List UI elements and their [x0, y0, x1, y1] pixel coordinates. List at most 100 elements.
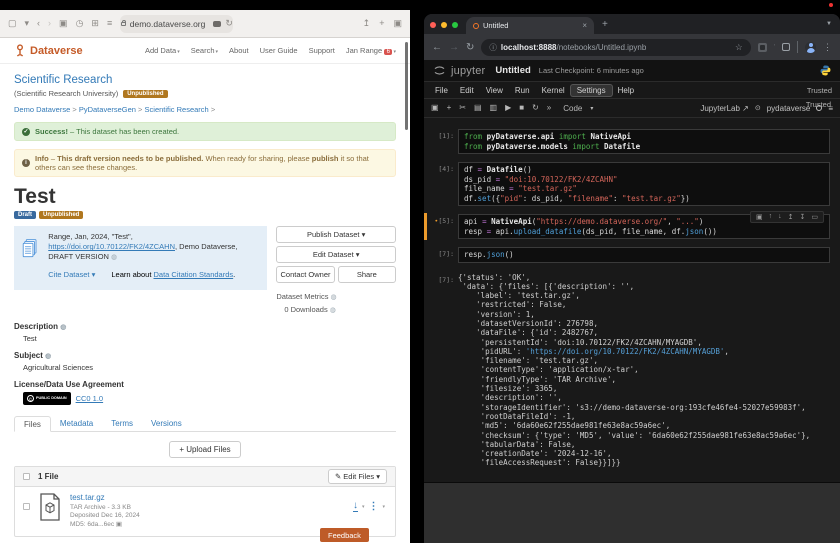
feedback-button[interactable]: Feedback: [320, 528, 369, 542]
back-icon[interactable]: ‹: [37, 19, 40, 28]
edit-files-button[interactable]: ✎ Edit Files ▾: [328, 469, 387, 484]
nav-item-user-guide[interactable]: User Guide: [260, 46, 298, 55]
paste-cell-icon[interactable]: ▥: [490, 104, 498, 112]
publish-dataset-button[interactable]: Publish Dataset ▾: [276, 226, 396, 243]
breadcrumb-link[interactable]: Demo Dataverse: [14, 105, 70, 114]
sidebar-icon[interactable]: ▢: [8, 19, 17, 28]
back-icon[interactable]: ←: [432, 42, 442, 53]
browser-menu-icon[interactable]: ⋮: [823, 42, 832, 53]
tab-terms[interactable]: Terms: [102, 416, 142, 431]
menu-file[interactable]: File: [429, 85, 454, 96]
browser-tab[interactable]: Untitled ×: [466, 17, 594, 34]
reload-icon[interactable]: ↻: [466, 42, 474, 53]
window-controls[interactable]: [430, 22, 458, 28]
menu-run[interactable]: Run: [509, 85, 536, 96]
edit-dataset-button[interactable]: Edit Dataset ▾: [276, 246, 396, 263]
upload-files-button[interactable]: + Upload Files: [169, 441, 240, 458]
notification-icon[interactable]: ⊙: [755, 104, 761, 112]
forward-icon[interactable]: ›: [48, 19, 51, 28]
reader-icon[interactable]: ≡: [107, 19, 112, 28]
menu-settings[interactable]: Settings: [571, 85, 612, 96]
site-info-icon[interactable]: ⓘ: [489, 42, 497, 53]
minimize-window-icon[interactable]: [441, 22, 447, 28]
tab-search-icon[interactable]: ▼: [826, 21, 832, 27]
zoom-window-icon[interactable]: [452, 22, 458, 28]
select-all-checkbox[interactable]: [23, 473, 30, 480]
nav-item-add-data[interactable]: Add Data▾: [145, 46, 180, 55]
new-tab-button[interactable]: +: [602, 19, 608, 30]
download-file-icon[interactable]: ↓: [353, 502, 358, 512]
privacy-icon[interactable]: ◷: [76, 19, 84, 28]
cite-dataset-button[interactable]: Cite Dataset ▾: [48, 270, 95, 279]
extension-dim-icon[interactable]: ': [774, 44, 775, 51]
menu-view[interactable]: View: [480, 85, 509, 96]
file-name-link[interactable]: test.tar.gz: [70, 493, 345, 502]
omnibox[interactable]: ⓘ localhost:8888/notebooks/Untitled.ipyn…: [481, 39, 750, 56]
data-citation-standards-link[interactable]: Learn about Data Citation Standards.: [111, 270, 235, 279]
code-cell[interactable]: •[5]:api = NativeApi("https://demo.datav…: [424, 214, 840, 239]
file-options-icon[interactable]: ⋮: [368, 501, 378, 512]
kernel-name[interactable]: pydataverse: [767, 104, 811, 113]
breadcrumb-link[interactable]: PyDataverseGen: [79, 105, 136, 114]
move-cell-up-icon[interactable]: ↑: [769, 213, 773, 221]
menu-edit[interactable]: Edit: [454, 85, 480, 96]
insert-cell-above-icon[interactable]: ↥: [788, 213, 794, 221]
tab-grid-icon[interactable]: ⊞: [91, 19, 99, 28]
passwords-icon[interactable]: [213, 21, 221, 27]
move-cell-down-icon[interactable]: ↓: [778, 213, 782, 221]
extension-icon[interactable]: [758, 43, 767, 52]
close-tab-icon[interactable]: ×: [582, 21, 587, 30]
cell-editor[interactable]: from pyDataverse.api import NativeApifro…: [458, 129, 830, 154]
extensions-menu-icon[interactable]: [782, 43, 790, 51]
options-caret-icon[interactable]: ▾: [382, 504, 385, 510]
insert-cell-below-icon[interactable]: ↧: [800, 213, 806, 221]
breadcrumb-link[interactable]: Scientific Research: [145, 105, 209, 114]
code-cell[interactable]: [7]:resp.json(): [424, 247, 840, 263]
window-icon[interactable]: ▣: [59, 19, 68, 28]
tab-versions[interactable]: Versions: [142, 416, 191, 431]
new-tab-icon[interactable]: +: [379, 19, 384, 28]
collection-title[interactable]: Scientific Research: [14, 74, 396, 86]
bookmark-star-icon[interactable]: ☆: [735, 42, 743, 53]
run-cell-icon[interactable]: ▶: [505, 104, 511, 112]
cell-editor[interactable]: df = Datafile()ds_pid = "doi:10.70122/FK…: [458, 162, 830, 206]
cell-type-dropdown[interactable]: Code ▾: [563, 104, 593, 113]
tab-overview-icon[interactable]: ▣: [393, 19, 402, 28]
nav-item-about[interactable]: About: [229, 46, 249, 55]
delete-cell-icon[interactable]: ▭: [811, 213, 818, 221]
run-all-icon[interactable]: »: [547, 104, 551, 112]
add-cell-icon[interactable]: +: [447, 104, 452, 112]
restart-kernel-icon[interactable]: ↻: [532, 104, 539, 112]
dataverse-brand[interactable]: Dataverse: [14, 44, 83, 57]
cell-editor[interactable]: resp.json(): [458, 247, 830, 263]
code-cell[interactable]: [4]:df = Datafile()ds_pid = "doi:10.7012…: [424, 162, 840, 206]
reload-icon[interactable]: ↻: [225, 19, 233, 28]
cc0-license-link[interactable]: CC0 1.0: [76, 394, 104, 403]
forward-icon[interactable]: →: [449, 42, 459, 53]
tab-files[interactable]: Files: [14, 416, 51, 432]
nav-item-search[interactable]: Search▾: [191, 46, 218, 55]
duplicate-cell-icon[interactable]: ▣: [756, 213, 763, 221]
share-icon[interactable]: ↥: [363, 19, 371, 28]
copy-cell-icon[interactable]: ▤: [474, 104, 482, 112]
share-button[interactable]: Share: [338, 266, 396, 283]
close-window-icon[interactable]: [430, 22, 436, 28]
notebook-empty-area[interactable]: [424, 483, 840, 543]
file-checkbox[interactable]: [23, 503, 30, 510]
profile-avatar[interactable]: [805, 42, 816, 53]
stop-kernel-icon[interactable]: ■: [519, 104, 524, 112]
contact-owner-button[interactable]: Contact Owner: [276, 266, 334, 283]
address-bar[interactable]: demo.dataverse.org ↻: [120, 15, 233, 33]
tab-metadata[interactable]: Metadata: [51, 416, 102, 431]
cut-cell-icon[interactable]: ✂: [459, 104, 466, 112]
menu-kernel[interactable]: Kernel: [536, 85, 571, 96]
open-in-jupyterlab-link[interactable]: JupyterLab ↗: [700, 104, 749, 113]
nav-item-support[interactable]: Support: [309, 46, 335, 55]
save-icon[interactable]: ▣: [431, 104, 439, 112]
sidebar-chevron-icon[interactable]: ▾: [25, 19, 30, 28]
notebook-title[interactable]: Untitled: [495, 65, 530, 76]
download-caret-icon[interactable]: ▾: [362, 504, 365, 510]
scrollbar-thumb[interactable]: [405, 42, 408, 130]
menu-help[interactable]: Help: [612, 85, 640, 96]
user-menu[interactable]: Jan Range6▾: [346, 46, 396, 55]
